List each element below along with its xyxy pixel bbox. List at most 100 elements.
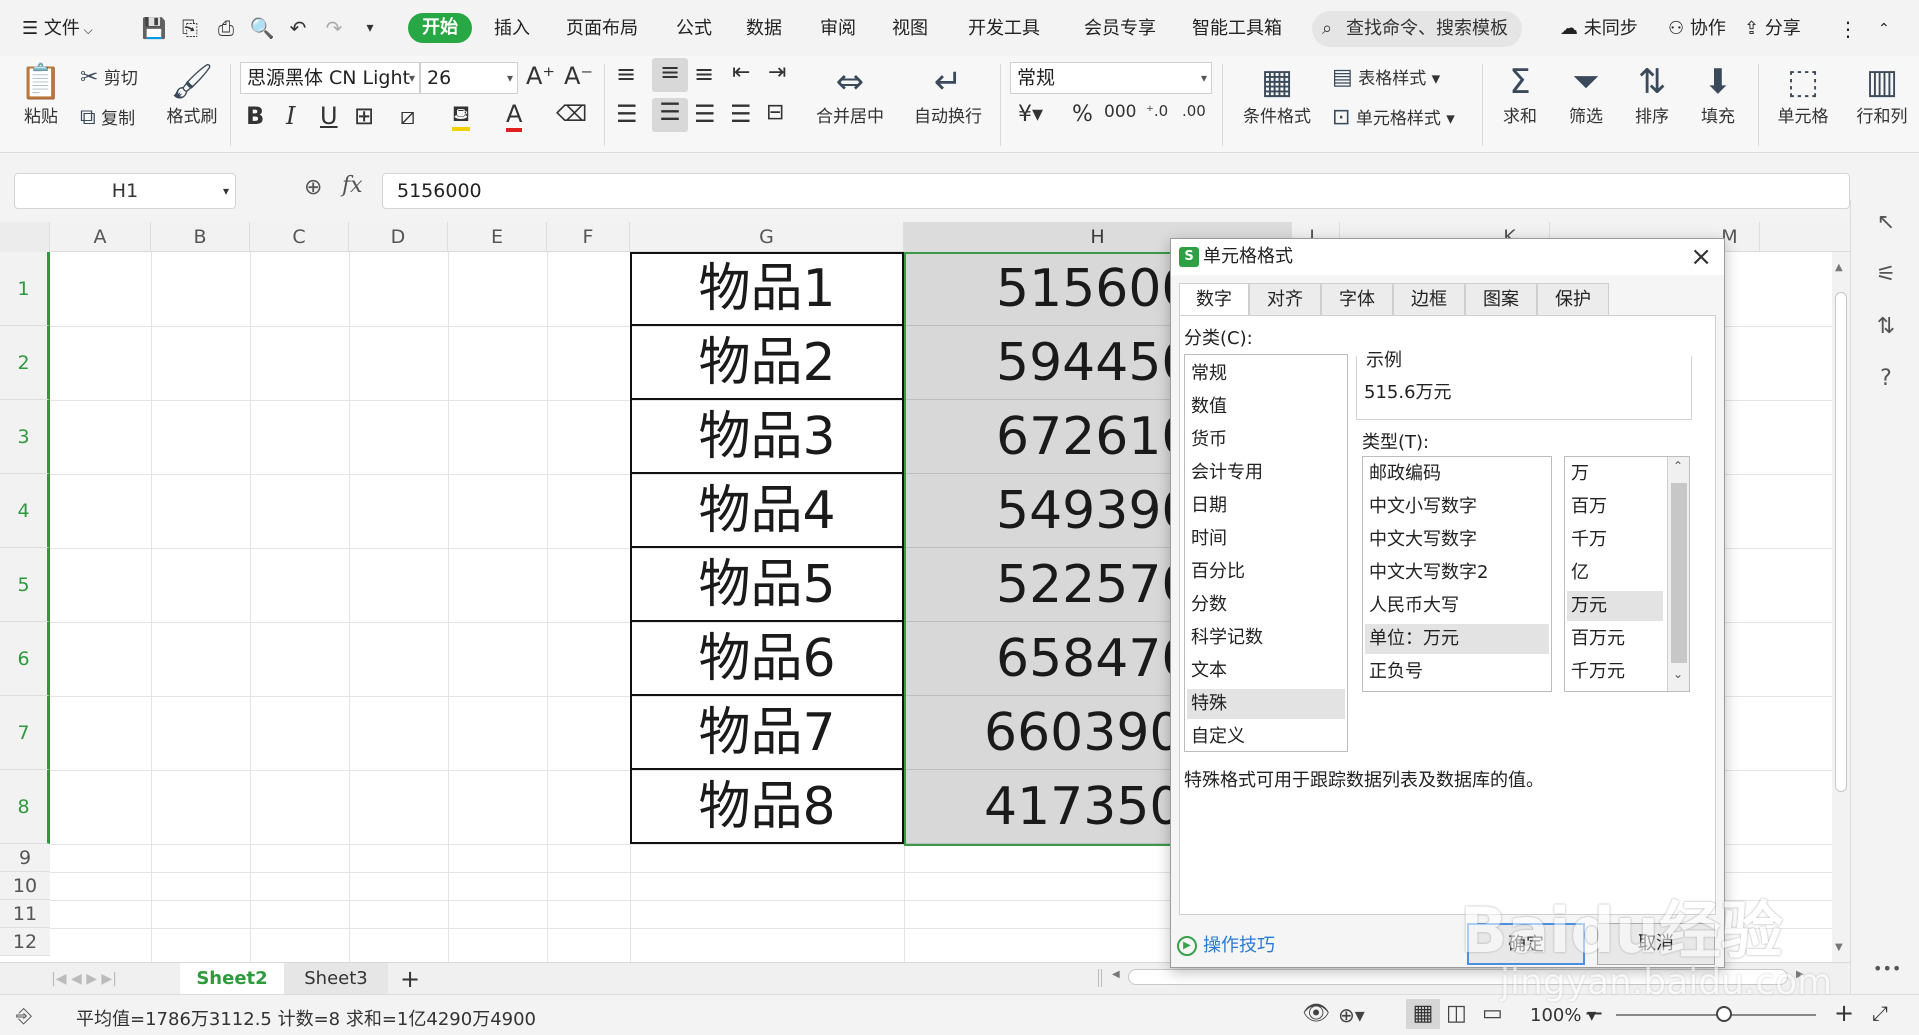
table-cell-item[interactable]: 物品2 <box>630 326 904 400</box>
center-layout-icon[interactable]: ⊕▾ <box>1338 1003 1365 1027</box>
list-item[interactable]: 货币 <box>1187 425 1345 455</box>
column-header-a[interactable]: A <box>50 222 151 252</box>
macro-icon[interactable]: ⎆ <box>16 1003 32 1027</box>
border-icon[interactable]: ⊞ <box>354 102 374 130</box>
tab-data[interactable]: 数据 <box>746 14 782 44</box>
font-name-select[interactable]: 思源黑体 CN Light ▾ <box>240 62 420 94</box>
print-preview-icon[interactable]: 🔍 <box>248 14 276 42</box>
tab-font[interactable]: 字体 <box>1321 283 1393 315</box>
underline-icon[interactable]: U <box>320 102 338 130</box>
table-cell-item[interactable]: 物品1 <box>630 252 904 326</box>
add-sheet-button[interactable]: + <box>392 963 428 995</box>
more-options-icon[interactable]: ••• <box>1873 956 1901 982</box>
column-header-e[interactable]: E <box>448 222 547 252</box>
table-style-button[interactable]: ▤ 表格样式 ▾ <box>1332 64 1440 90</box>
increase-decimal-icon[interactable]: ⁺.0 <box>1146 102 1168 120</box>
cell-fill-icon[interactable]: ⧄ <box>400 102 415 130</box>
sheet-tab-sheet2[interactable]: Sheet2 <box>180 963 284 995</box>
tab-protection[interactable]: 保护 <box>1537 283 1609 315</box>
wrap-text-button[interactable]: ↵ 自动换行 <box>906 62 990 127</box>
justify-icon[interactable]: ☰ <box>730 100 752 128</box>
list-item[interactable]: 常规 <box>1187 359 1345 389</box>
table-cell-item[interactable]: 物品4 <box>630 474 904 548</box>
collab-button[interactable]: ⚇ 协作 <box>1668 14 1726 44</box>
tips-link[interactable]: ▶ 操作技巧 <box>1177 931 1275 957</box>
row-header-10[interactable]: 10 <box>0 872 50 900</box>
settings-sliders-icon[interactable]: ⚟ <box>1873 262 1899 288</box>
list-item[interactable]: 百万 <box>1567 492 1663 522</box>
list-item[interactable]: 会计专用 <box>1187 458 1345 488</box>
redo-icon[interactable]: ↷ <box>320 14 348 42</box>
fullscreen-icon[interactable]: ⤢ <box>1872 1001 1888 1025</box>
tab-developer[interactable]: 开发工具 <box>968 14 1040 44</box>
customize-toolbar-icon[interactable]: ▾ <box>356 14 384 42</box>
category-list[interactable]: 常规 数值 货币 会计专用 日期 时间 百分比 分数 科学记数 文本 特殊 自定… <box>1184 354 1348 752</box>
list-item[interactable]: 中文小写数字 <box>1365 492 1549 522</box>
list-item[interactable]: 正负号 <box>1365 657 1549 687</box>
file-menu[interactable]: ☰ 文件 ⌵ <box>22 14 93 44</box>
filter-button[interactable]: ⏷ 筛选 <box>1562 62 1610 127</box>
column-header-b[interactable]: B <box>151 222 250 252</box>
row-header-2[interactable]: 2 <box>0 326 50 400</box>
more-icon[interactable]: ⋮ <box>1838 14 1858 44</box>
format-painter-button[interactable]: 🖌 格式刷 <box>164 62 220 127</box>
print-icon[interactable]: ⎙ <box>212 14 240 42</box>
row-header-5[interactable]: 5 <box>0 548 50 622</box>
list-item[interactable]: 百万元 <box>1567 624 1663 654</box>
tab-number[interactable]: 数字 <box>1179 283 1249 317</box>
close-icon[interactable]: × <box>1690 239 1712 275</box>
list-item[interactable]: 数值 <box>1187 392 1345 422</box>
list-item[interactable]: 中文大写数字2 <box>1365 558 1549 588</box>
chevron-down-icon[interactable]: ⌄ <box>1673 667 1683 681</box>
list-item[interactable]: 人民币大写 <box>1365 591 1549 621</box>
column-header-g[interactable]: G <box>630 222 904 252</box>
copy-button[interactable]: ⧉ 复制 <box>80 104 135 130</box>
list-item[interactable]: 自定义 <box>1187 722 1345 751</box>
font-color-icon[interactable]: A <box>506 100 523 132</box>
decrease-font-icon[interactable]: A⁻ <box>564 62 593 90</box>
list-item[interactable]: 亿 <box>1567 558 1663 588</box>
undo-icon[interactable]: ↶ <box>284 14 312 42</box>
table-cell-item[interactable]: 物品8 <box>630 770 904 844</box>
list-item-selected[interactable]: 单位：万元 <box>1365 624 1549 654</box>
row-header-7[interactable]: 7 <box>0 696 50 770</box>
align-left-icon[interactable]: ☰ <box>616 100 638 128</box>
percent-icon[interactable]: % <box>1072 102 1093 127</box>
row-header-6[interactable]: 6 <box>0 622 50 696</box>
fill-button[interactable]: ⬇ 填充 <box>1694 62 1742 127</box>
row-header-1[interactable]: 1 <box>0 252 50 326</box>
cut-button[interactable]: ✂ 剪切 <box>80 64 138 90</box>
row-header-3[interactable]: 3 <box>0 400 50 474</box>
align-top-icon[interactable]: ≡ <box>616 60 636 88</box>
tab-border[interactable]: 边框 <box>1393 283 1465 315</box>
save-icon[interactable]: 💾 <box>140 14 168 42</box>
tab-formulas[interactable]: 公式 <box>676 14 712 44</box>
table-cell-item[interactable]: 物品6 <box>630 622 904 696</box>
align-right-icon[interactable]: ☰ <box>694 100 716 128</box>
list-item[interactable]: 万 <box>1567 459 1663 489</box>
command-search[interactable]: ⌕ 查找命令、搜索模板 <box>1312 11 1522 47</box>
name-box[interactable]: H1 ▾ <box>14 173 236 209</box>
tab-insert[interactable]: 插入 <box>494 14 530 44</box>
scrollbar-thumb[interactable] <box>1835 292 1847 792</box>
sort-button[interactable]: ⇅ 排序 <box>1628 62 1676 127</box>
tab-view[interactable]: 视图 <box>892 14 928 44</box>
list-item[interactable]: 分数 <box>1187 590 1345 620</box>
font-size-select[interactable]: 26 ▾ <box>420 62 518 94</box>
indent-decrease-icon[interactable]: ⇤ <box>732 60 750 85</box>
merge-center-button[interactable]: ⇔ 合并居中 <box>808 62 892 127</box>
dialog-title-bar[interactable]: S 单元格格式 × <box>1171 239 1724 275</box>
list-item[interactable]: 日期 <box>1187 491 1345 521</box>
cell-button[interactable]: ⬚ 单元格 <box>1768 62 1838 127</box>
tab-review[interactable]: 审阅 <box>820 14 856 44</box>
align-middle-icon[interactable]: ≡ <box>652 58 688 92</box>
distribute-icon[interactable]: ⊟ <box>766 100 784 125</box>
type-list[interactable]: 邮政编码 中文小写数字 中文大写数字 中文大写数字2 人民币大写 单位：万元 正… <box>1362 456 1552 692</box>
eye-protection-icon[interactable]: 👁 <box>1302 1001 1330 1026</box>
column-header-d[interactable]: D <box>349 222 448 252</box>
unit-list[interactable]: 万 百万 千万 亿 万元 百万元 千万元 ⌃ ⌄ <box>1564 456 1690 692</box>
list-item[interactable]: 时间 <box>1187 524 1345 554</box>
scrollbar-thumb[interactable] <box>1671 483 1687 663</box>
scroll-left-icon[interactable]: ◀ <box>1112 969 1120 980</box>
list-item-selected[interactable]: 万元 <box>1567 591 1663 621</box>
